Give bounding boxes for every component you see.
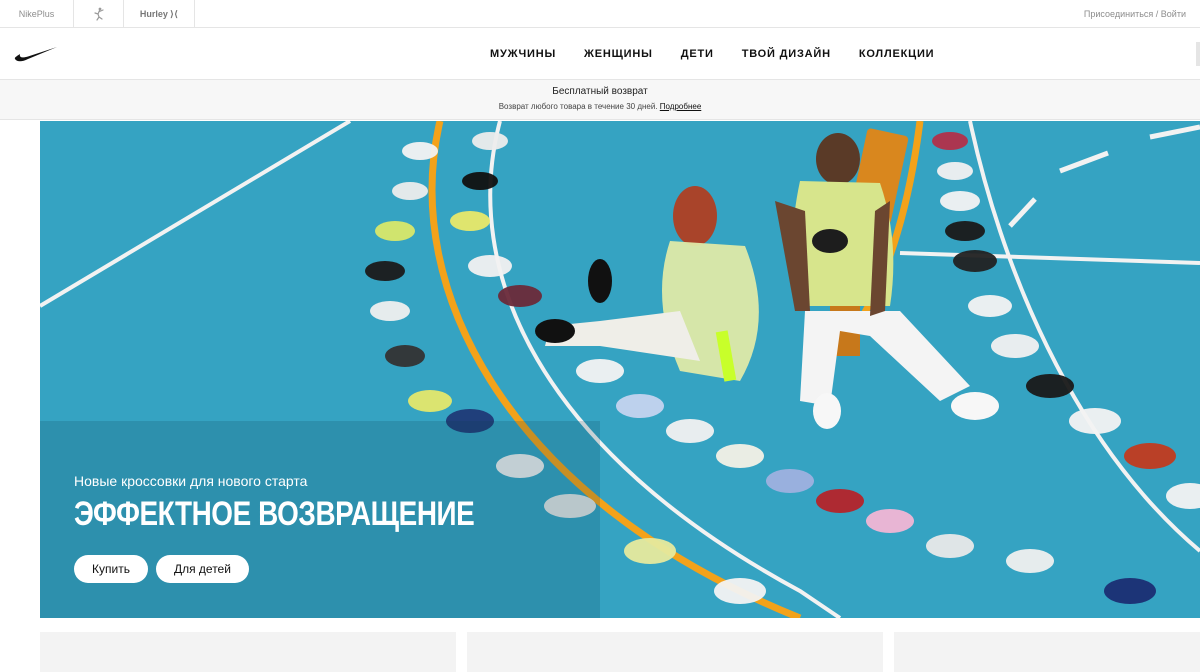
- promo-card-3[interactable]: [894, 632, 1200, 672]
- buy-button[interactable]: Купить: [74, 555, 148, 583]
- brand-hurley-link[interactable]: Hurley ⟩⟨: [124, 0, 195, 28]
- promo-banner: Бесплатный возврат Возврат любого товара…: [0, 80, 1200, 120]
- kids-button[interactable]: Для детей: [155, 555, 249, 583]
- nav-link-kids[interactable]: ДЕТИ: [681, 48, 714, 60]
- hero-court-image: [40, 121, 1200, 618]
- nike-swoosh-icon[interactable]: [14, 45, 58, 63]
- nav-edge-divider: [1196, 42, 1200, 66]
- nav-link-women[interactable]: ЖЕНЩИНЫ: [584, 48, 653, 60]
- main-nav: МУЖЧИНЫ ЖЕНЩИНЫ ДЕТИ ТВОЙ ДИЗАЙН КОЛЛЕКЦ…: [0, 28, 1200, 80]
- brand-jordan-link[interactable]: [74, 0, 124, 28]
- join-login-label: Присоединиться / Войти: [1083, 9, 1186, 19]
- nav-link-custom[interactable]: ТВОЙ ДИЗАЙН: [742, 48, 831, 60]
- jumpman-icon: [93, 7, 104, 21]
- brand-hurley-label: Hurley: [139, 9, 168, 19]
- brand-bar: NikePlus Hurley ⟩⟨ Присоединиться / Войт…: [0, 0, 1200, 28]
- hurley-logo-icon: ⟩⟨: [169, 8, 179, 19]
- hero-banner[interactable]: Новые кроссовки для нового старта ЭФФЕКТ…: [40, 121, 1200, 618]
- promo-text-body: Возврат любого товара в течение 30 дней.: [498, 102, 658, 111]
- kids-button-label: Для детей: [173, 562, 231, 576]
- buy-button-label: Купить: [92, 562, 130, 576]
- hero-buttons: Купить Для детей: [74, 555, 257, 583]
- promo-card-1[interactable]: [40, 632, 456, 672]
- nav-link-men[interactable]: МУЖЧИНЫ: [490, 48, 556, 60]
- hero-subtitle: Новые кроссовки для нового старта: [74, 473, 308, 489]
- promo-title: Бесплатный возврат: [552, 86, 648, 97]
- brand-nikeplus-label: NikePlus: [18, 9, 55, 19]
- promo-details-link[interactable]: Подробнее: [660, 102, 702, 111]
- nav-links: МУЖЧИНЫ ЖЕНЩИНЫ ДЕТИ ТВОЙ ДИЗАЙН КОЛЛЕКЦ…: [490, 28, 962, 80]
- hero-title: ЭФФЕКТНОЕ ВОЗВРАЩЕНИЕ: [74, 495, 475, 533]
- brand-nikeplus-link[interactable]: NikePlus: [0, 0, 74, 28]
- promo-text: Возврат любого товара в течение 30 дней.…: [0, 102, 1200, 111]
- promo-card-2[interactable]: [467, 632, 883, 672]
- join-login-link[interactable]: Присоединиться / Войти: [1084, 0, 1186, 28]
- nav-link-collections[interactable]: КОЛЛЕКЦИИ: [859, 48, 935, 60]
